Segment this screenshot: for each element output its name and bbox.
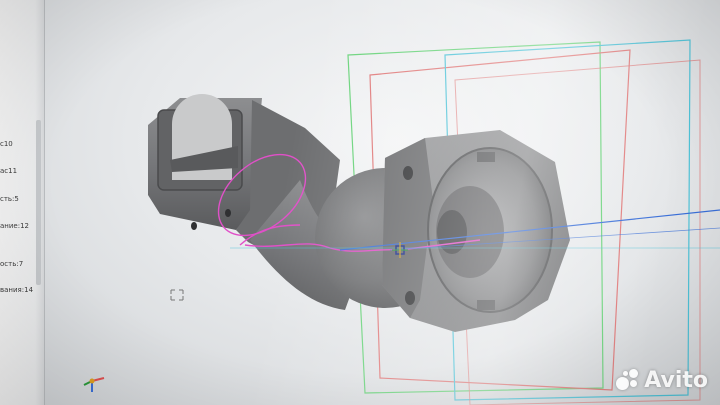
bolt-hole [403,166,413,180]
cursor-crosshair-icon [170,289,184,301]
model-scene[interactable] [0,0,720,405]
watermark-brand: Avito [644,367,708,393]
bolt-hole [191,222,197,230]
cad-viewport[interactable]: с10 ас11 сть:5 ание:12 ость:7 вания:14 A… [0,0,720,405]
bolt-hole [225,209,231,217]
bolt-hole [405,291,415,305]
triad-icon[interactable] [83,377,105,392]
avito-logo-icon [614,367,640,393]
watermark: Avito [614,367,708,393]
hex-coupling[interactable] [382,130,570,332]
